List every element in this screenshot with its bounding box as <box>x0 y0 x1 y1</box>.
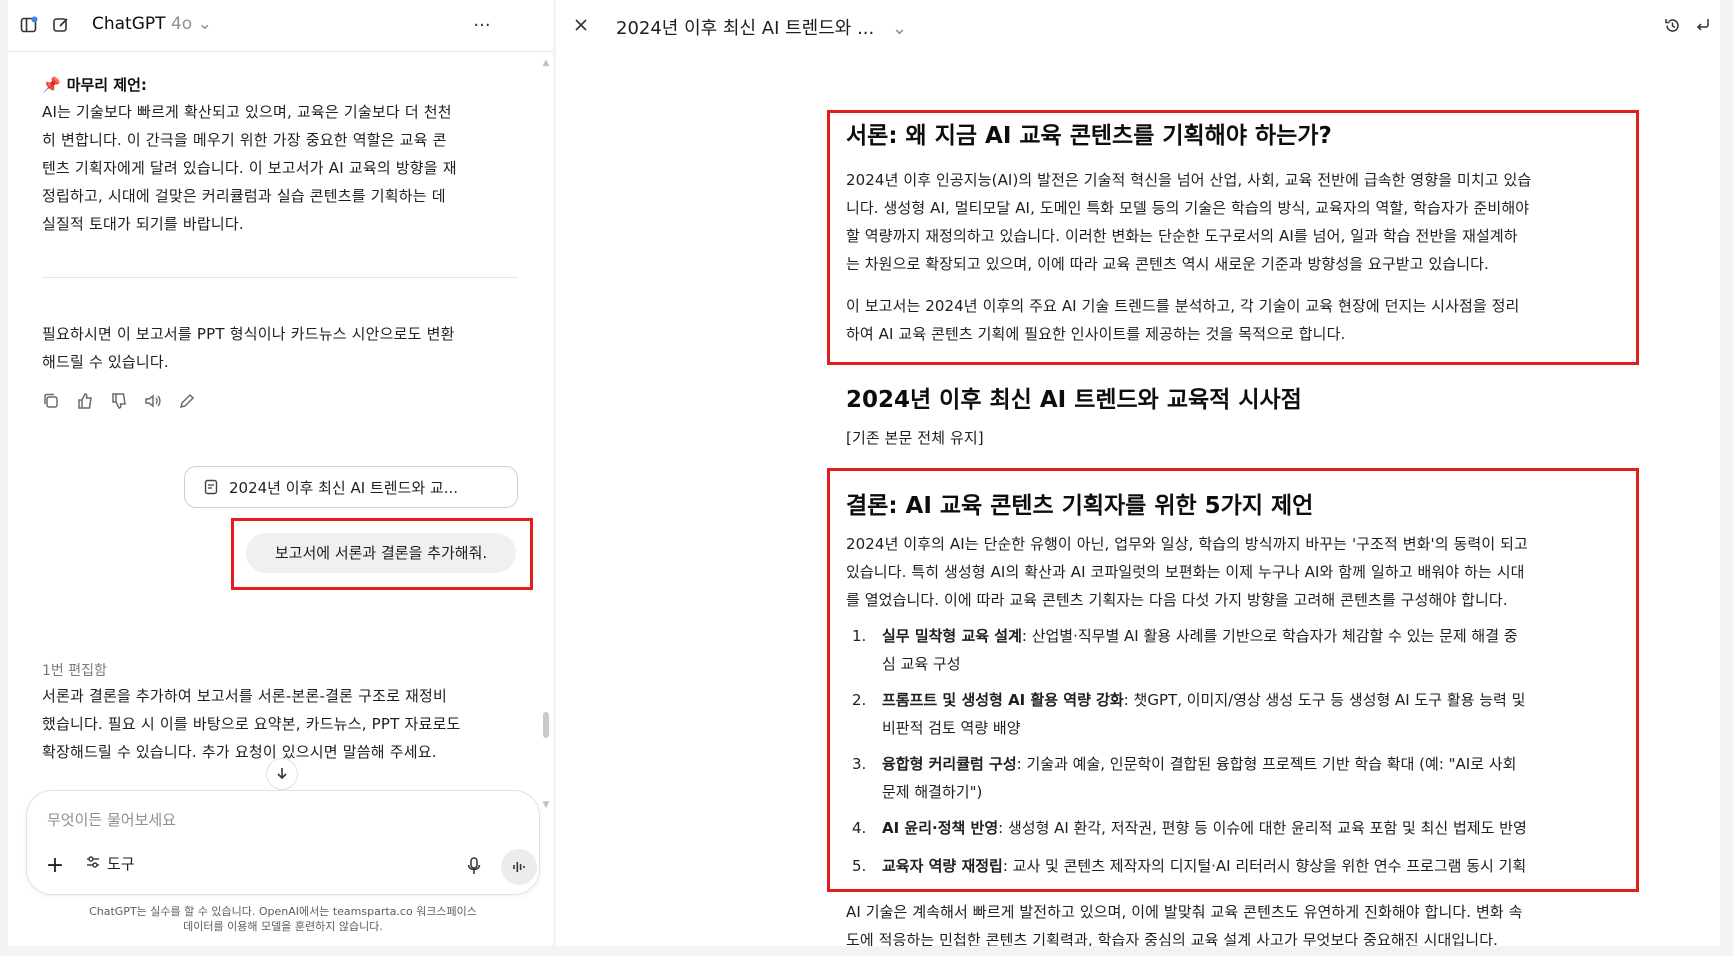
chat-header: ChatGPT 4o ⌄ ··· <box>8 0 553 52</box>
history-icon[interactable] <box>1661 14 1683 36</box>
thumbs-up-icon[interactable] <box>76 392 96 412</box>
user-message: 보고서에 서론과 결론을 추가해줘. <box>246 533 516 573</box>
closing-title: 📌 마무리 제언: <box>42 76 147 94</box>
scroll-down-button[interactable] <box>266 758 298 790</box>
voice-mode-icon[interactable] <box>501 849 537 885</box>
intro-paragraph-2: 이 보고서는 2024년 이후의 주요 AI 기술 트렌드를 분석하고, 각 기… <box>846 297 1520 343</box>
intro-heading: 서론: 왜 지금 AI 교육 콘텐츠를 기획해야 하는가? <box>846 123 1332 149</box>
scrollbar-thumb[interactable] <box>543 712 549 738</box>
list-item: 3. 융합형 커리큘럼 구성: 기술과 예술, 인문학이 결합된 융합형 프로젝… <box>852 755 1517 801</box>
document-icon <box>203 479 219 495</box>
message-actions <box>42 392 198 412</box>
arrow-down-icon <box>275 765 289 784</box>
body-placeholder: [기존 본문 전체 유지] <box>846 429 984 447</box>
list-item: 2. 프롬프트 및 생성형 AI 활용 역량 강화: 챗GPT, 이미지/영상 … <box>852 691 1526 737</box>
list-item: 5. 교육자 역량 재정립: 교사 및 콘텐츠 제작자의 디지털·AI 리터러시… <box>852 857 1527 875</box>
scroll-up-arrow[interactable]: ▲ <box>540 58 552 68</box>
close-icon[interactable] <box>570 14 592 36</box>
canvas-title[interactable]: 2024년 이후 최신 AI 트렌드와 ... ⌄ <box>616 14 907 40</box>
edit-icon[interactable] <box>178 392 198 412</box>
pin-icon: 📌 <box>42 76 61 94</box>
undo-icon[interactable] <box>1692 14 1714 36</box>
read-aloud-icon[interactable] <box>144 392 164 412</box>
tools-button[interactable]: 도구 <box>85 853 135 874</box>
app-name: ChatGPT <box>92 14 166 34</box>
intro-paragraph-1: 2024년 이후 인공지능(AI)의 발전은 기술적 혁신을 넘어 산업, 사회… <box>846 171 1532 273</box>
message-input[interactable] <box>47 805 487 835</box>
sidebar-icon[interactable] <box>18 14 40 36</box>
more-icon[interactable]: ··· <box>470 14 494 36</box>
list-item: 4. AI 윤리·정책 반영: 생성형 AI 환각, 저작권, 편향 등 이슈에… <box>852 819 1527 837</box>
body-heading: 2024년 이후 최신 AI 트렌드와 교육적 시사점 <box>846 387 1302 413</box>
scroll-down-arrow[interactable]: ▼ <box>540 800 552 810</box>
thumbs-down-icon[interactable] <box>110 392 130 412</box>
chevron-down-icon: ⌄ <box>197 14 212 34</box>
reply-paragraph: 서론과 결론을 추가하여 보고서를 서론-본론-결론 구조로 재정비 했습니다.… <box>42 687 461 761</box>
model-version: 4o <box>170 14 193 34</box>
copy-icon[interactable] <box>42 392 62 412</box>
divider <box>42 277 518 278</box>
chevron-down-icon: ⌄ <box>891 18 908 39</box>
chat-panel: ChatGPT 4o ⌄ ··· 📌 마무리 제언: AI는 기술보다 빠르게 확… <box>8 0 553 946</box>
tools-icon <box>85 854 101 874</box>
plus-icon[interactable]: + <box>43 853 67 878</box>
conclusion-heading: 결론: AI 교육 콘텐츠 기획자를 위한 5가지 제언 <box>846 493 1314 519</box>
composer: + 도구 <box>26 790 540 895</box>
disclaimer: ChatGPT는 실수를 할 수 있습니다. OpenAI에서는 teamspa… <box>89 905 477 933</box>
closing-paragraph: AI는 기술보다 빠르게 확산되고 있으며, 교육은 기술보다 더 천천 히 변… <box>42 103 457 233</box>
document-chip[interactable]: 2024년 이후 최신 AI 트렌드와 교... <box>184 466 518 508</box>
conclusion-paragraph: 2024년 이후의 AI는 단순한 유행이 아닌, 업무와 일상, 학습의 방식… <box>846 535 1528 609</box>
edit-count-label: 1번 편집함 <box>42 663 107 679</box>
new-chat-icon[interactable] <box>50 14 72 36</box>
document-chip-label: 2024년 이후 최신 AI 트렌드와 교... <box>229 478 459 497</box>
canvas-panel: 2024년 이후 최신 AI 트렌드와 ... ⌄ 서론: 왜 지금 AI 교육… <box>556 0 1720 946</box>
conclusion-outro: AI 기술은 계속해서 빠르게 발전하고 있으며, 이에 발맞춰 교육 콘텐츠도… <box>846 903 1523 946</box>
followup-paragraph: 필요하시면 이 보고서를 PPT 형식이나 카드뉴스 시안으로도 변환 해드릴 … <box>42 325 455 371</box>
tools-label: 도구 <box>107 855 135 873</box>
mic-icon[interactable] <box>463 855 485 877</box>
list-item: 1. 실무 밀착형 교육 설계: 산업별·직무별 AI 활용 사례를 기반으로 … <box>852 627 1518 673</box>
model-selector[interactable]: ChatGPT 4o ⌄ <box>92 14 212 34</box>
